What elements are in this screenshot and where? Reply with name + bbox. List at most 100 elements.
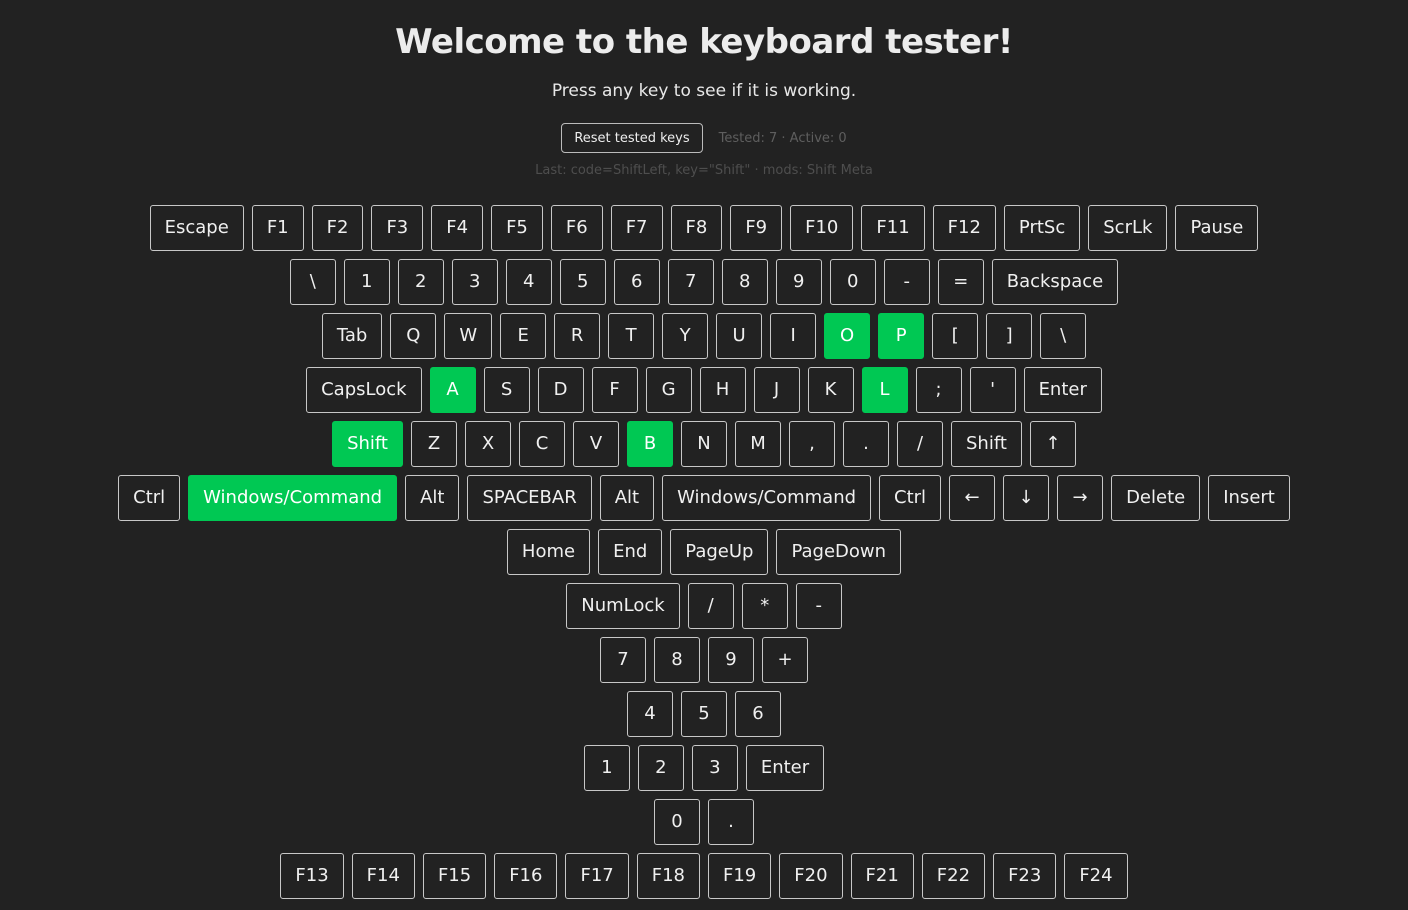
- key[interactable]: F16: [494, 853, 558, 899]
- key[interactable]: W: [444, 313, 493, 359]
- key[interactable]: F2: [311, 205, 364, 251]
- key[interactable]: 6: [735, 691, 781, 737]
- key-tested[interactable]: A: [429, 367, 476, 413]
- key[interactable]: ;: [915, 367, 962, 413]
- key[interactable]: .: [843, 421, 889, 467]
- key[interactable]: M: [735, 421, 781, 467]
- key[interactable]: /: [897, 421, 943, 467]
- key[interactable]: 7: [667, 259, 714, 305]
- key[interactable]: 0: [654, 799, 700, 845]
- key[interactable]: ↑: [1029, 421, 1076, 467]
- key[interactable]: End: [598, 529, 663, 575]
- key[interactable]: F: [591, 367, 638, 413]
- key[interactable]: 2: [397, 259, 444, 305]
- key[interactable]: F19: [708, 853, 772, 899]
- key[interactable]: D: [537, 367, 584, 413]
- key[interactable]: X: [465, 421, 511, 467]
- key[interactable]: C: [519, 421, 565, 467]
- key[interactable]: F13: [280, 853, 344, 899]
- key[interactable]: 9: [708, 637, 754, 683]
- key[interactable]: F3: [371, 205, 424, 251]
- key[interactable]: J: [753, 367, 800, 413]
- key[interactable]: F1: [251, 205, 304, 251]
- key[interactable]: Ctrl: [879, 475, 942, 521]
- key-tested[interactable]: Windows/Command: [188, 475, 398, 521]
- key[interactable]: H: [699, 367, 746, 413]
- key[interactable]: +: [762, 637, 808, 683]
- key[interactable]: F23: [993, 853, 1057, 899]
- key[interactable]: Alt: [405, 475, 460, 521]
- key[interactable]: F17: [565, 853, 629, 899]
- key[interactable]: 6: [613, 259, 660, 305]
- key[interactable]: CapsLock: [306, 367, 422, 413]
- key[interactable]: Enter: [1023, 367, 1102, 413]
- key[interactable]: Ctrl: [118, 475, 181, 521]
- key[interactable]: [: [932, 313, 979, 359]
- key[interactable]: 5: [681, 691, 727, 737]
- key[interactable]: N: [681, 421, 727, 467]
- key[interactable]: Home: [506, 529, 591, 575]
- key[interactable]: G: [645, 367, 692, 413]
- key[interactable]: ScrLk: [1088, 205, 1168, 251]
- key[interactable]: 4: [505, 259, 552, 305]
- key[interactable]: .: [708, 799, 754, 845]
- key[interactable]: Pause: [1175, 205, 1259, 251]
- key[interactable]: SPACEBAR: [467, 475, 592, 521]
- reset-tested-keys-button[interactable]: Reset tested keys: [561, 123, 703, 153]
- key-tested[interactable]: Shift: [332, 421, 403, 467]
- key-tested[interactable]: O: [824, 313, 871, 359]
- key[interactable]: S: [483, 367, 530, 413]
- key[interactable]: Alt: [599, 475, 655, 521]
- key[interactable]: ←: [949, 475, 996, 521]
- key[interactable]: Y: [662, 313, 709, 359]
- key[interactable]: R: [554, 313, 601, 359]
- key[interactable]: F15: [422, 853, 487, 899]
- key[interactable]: T: [608, 313, 655, 359]
- key[interactable]: =: [937, 259, 984, 305]
- key[interactable]: /: [687, 583, 734, 629]
- key[interactable]: Delete: [1111, 475, 1201, 521]
- key[interactable]: -: [795, 583, 842, 629]
- key[interactable]: \: [289, 259, 336, 305]
- key[interactable]: ': [969, 367, 1016, 413]
- key[interactable]: F5: [491, 205, 543, 251]
- key[interactable]: F8: [670, 205, 723, 251]
- key[interactable]: →: [1057, 475, 1104, 521]
- key[interactable]: Escape: [149, 205, 244, 251]
- key[interactable]: 8: [721, 259, 768, 305]
- key[interactable]: NumLock: [566, 583, 680, 629]
- key[interactable]: 4: [627, 691, 673, 737]
- key[interactable]: ]: [986, 313, 1033, 359]
- key[interactable]: PrtSc: [1003, 205, 1081, 251]
- key[interactable]: Insert: [1208, 475, 1290, 521]
- key[interactable]: PageUp: [670, 529, 769, 575]
- key[interactable]: F7: [610, 205, 663, 251]
- key[interactable]: 5: [559, 259, 606, 305]
- key[interactable]: Windows/Command: [662, 475, 872, 521]
- key[interactable]: I: [770, 313, 817, 359]
- key[interactable]: 0: [829, 259, 876, 305]
- key[interactable]: \: [1040, 313, 1087, 359]
- key[interactable]: F6: [550, 205, 603, 251]
- key[interactable]: F4: [431, 205, 484, 251]
- key[interactable]: E: [500, 313, 547, 359]
- key-tested[interactable]: L: [861, 367, 908, 413]
- key[interactable]: Q: [390, 313, 437, 359]
- key[interactable]: V: [573, 421, 619, 467]
- key[interactable]: PageDown: [776, 529, 902, 575]
- key[interactable]: Shift: [951, 421, 1022, 467]
- key-tested[interactable]: P: [878, 313, 925, 359]
- key[interactable]: K: [807, 367, 854, 413]
- key[interactable]: F24: [1064, 853, 1128, 899]
- key[interactable]: Enter: [745, 745, 825, 791]
- key[interactable]: Backspace: [991, 259, 1119, 305]
- key[interactable]: 3: [451, 259, 498, 305]
- key[interactable]: 7: [600, 637, 646, 683]
- key[interactable]: U: [716, 313, 763, 359]
- key[interactable]: Z: [411, 421, 457, 467]
- key[interactable]: F12: [932, 205, 996, 251]
- key[interactable]: -: [883, 259, 930, 305]
- key[interactable]: 1: [343, 259, 390, 305]
- key[interactable]: Tab: [321, 313, 383, 359]
- key[interactable]: F21: [850, 853, 914, 899]
